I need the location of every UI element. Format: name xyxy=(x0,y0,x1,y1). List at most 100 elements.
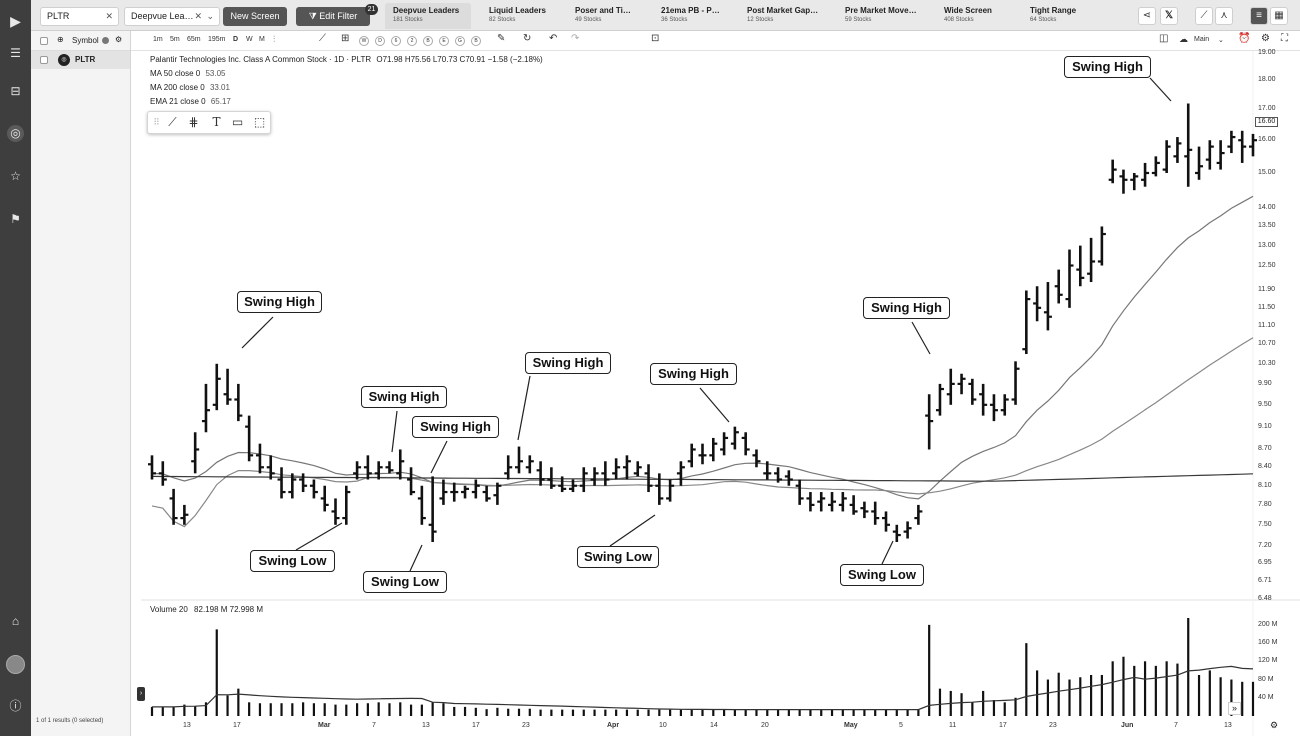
watchlist-panel: ⊕ Symbol ⚙ ◎ PLTR 1 of 1 results (0 sele… xyxy=(31,31,131,736)
chevron-down-icon[interactable]: ⌄ xyxy=(1218,36,1224,44)
timeframe-1m[interactable]: 1m xyxy=(153,36,163,43)
chip-g[interactable]: G xyxy=(455,36,465,46)
screen-tab-count: 82 Stocks xyxy=(489,17,516,23)
price-tick-label: 6.95 xyxy=(1258,559,1272,566)
callout-pointer xyxy=(699,387,730,423)
avatar[interactable] xyxy=(6,655,25,674)
price-tick-label: 13.00 xyxy=(1258,242,1276,249)
trendline-icon[interactable]: ⟋ xyxy=(165,115,180,130)
compare-icon[interactable]: ⊞ xyxy=(341,33,349,44)
select-all-checkbox[interactable] xyxy=(40,37,48,45)
settings-icon[interactable]: ⚙ xyxy=(115,35,122,44)
timeframe-195m[interactable]: 195m xyxy=(208,36,226,43)
date-tick-label: 13 xyxy=(183,722,191,729)
fib-icon[interactable]: ⋕ xyxy=(186,115,201,130)
row-checkbox[interactable] xyxy=(40,56,48,64)
collapse-handle-icon[interactable]: › xyxy=(137,687,145,701)
swing-high-callout: Swing High xyxy=(525,352,611,374)
close-icon[interactable]: ✕ xyxy=(194,8,202,25)
chip-2[interactable]: 2 xyxy=(407,36,417,46)
logo-play-icon[interactable]: ▶ xyxy=(7,13,24,30)
timeframe-w[interactable]: W xyxy=(246,36,253,43)
timeframe-65m[interactable]: 65m xyxy=(187,36,201,43)
comment-icon[interactable]: ▭ xyxy=(230,115,245,130)
x-social-icon[interactable]: 𝕏 xyxy=(1160,7,1178,25)
screener-icon[interactable]: ◎ xyxy=(7,125,24,142)
grid-view-icon[interactable]: ▦ xyxy=(1270,7,1288,25)
screen-tab-poser[interactable]: Poser and Ti… 49 Stocks xyxy=(567,3,647,29)
swing-high-callout: Swing High xyxy=(412,416,499,438)
indicator-settings-icon[interactable]: ⫶ xyxy=(273,34,275,45)
settings-icon[interactable]: ⚙ xyxy=(1261,33,1270,44)
screen-tab-name: Liquid Leaders xyxy=(489,6,546,15)
redo-icon[interactable]: ↷ xyxy=(571,33,579,44)
volume-label: Volume 20 82.198 M 72.998 M xyxy=(150,605,263,614)
timeframe-d[interactable]: D xyxy=(233,36,238,43)
new-screen-button[interactable]: New Screen xyxy=(223,7,287,26)
edit-filter-button[interactable]: ⧩ Edit Filter xyxy=(296,7,370,26)
swing-high-callout: Swing High xyxy=(863,297,950,319)
pencil-icon[interactable]: ✎ xyxy=(497,33,505,44)
camera-icon[interactable]: ⊡ xyxy=(651,33,659,44)
chevron-down-icon[interactable]: ⌄ xyxy=(206,8,214,25)
date-tick-label: 13 xyxy=(422,722,430,729)
chip-b[interactable]: B xyxy=(423,36,433,46)
chart-view-icon[interactable]: ⟋ xyxy=(1195,7,1213,25)
swing-high-callout: Swing High xyxy=(237,291,322,313)
layout-select[interactable]: Main xyxy=(1194,36,1209,43)
drag-handle-icon[interactable]: ⠿ xyxy=(149,115,164,130)
screen-tab-tight-range[interactable]: Tight Range 64 Stocks xyxy=(1022,3,1102,29)
rectangle-icon[interactable]: ⬚ xyxy=(252,115,267,130)
symbol-tab[interactable]: PLTR ✕ xyxy=(40,7,119,26)
settings-icon[interactable]: ⚙ xyxy=(1270,720,1278,731)
chip-6[interactable]: 6 xyxy=(391,36,401,46)
scroll-to-latest-icon[interactable]: » xyxy=(1228,702,1241,715)
chip-e[interactable]: E xyxy=(439,36,449,46)
screen-tab-deepvue-leaders[interactable]: Deepvue Leaders 181 Stocks xyxy=(385,3,471,29)
symbol-column-header[interactable]: Symbol xyxy=(72,36,99,45)
star-icon[interactable]: ☆ xyxy=(7,168,24,185)
price-tick-label: 7.80 xyxy=(1258,501,1272,508)
close-icon[interactable]: ✕ xyxy=(105,8,113,25)
price-tick-label: 14.00 xyxy=(1258,204,1276,211)
drawing-toolbar: ⠿ ⟋ ⋕ T ▭ ⬚ xyxy=(147,111,271,134)
screen-tab-21ema[interactable]: 21ema PB - P… 36 Stocks xyxy=(653,3,733,29)
layout-toggle-icon[interactable]: ◫ xyxy=(1159,33,1168,44)
screen-tab-count: 59 Stocks xyxy=(845,17,872,23)
screen-tab-count: 181 Stocks xyxy=(393,17,423,23)
screen-tab-pre-market[interactable]: Pre Market Move… 59 Stocks xyxy=(837,3,929,29)
chip-d[interactable]: D xyxy=(375,36,385,46)
screen-tab-wide-screen[interactable]: Wide Screen 408 Stocks xyxy=(936,3,1016,29)
swing-high-callout: Swing High xyxy=(1064,56,1151,78)
text-icon[interactable]: T xyxy=(209,115,224,130)
share-icon[interactable]: ⋖ xyxy=(1138,7,1156,25)
alert-icon[interactable]: ⏰ xyxy=(1238,33,1250,44)
flag-icon[interactable]: ⚑ xyxy=(7,211,24,228)
layout-icon[interactable]: ⊟ xyxy=(7,83,24,100)
swing-low-callout: Swing Low xyxy=(363,571,447,593)
fork-icon[interactable]: ⋏ xyxy=(1215,7,1233,25)
chip-b2[interactable]: B xyxy=(471,36,481,46)
indicator-label: MA 50 close 0 xyxy=(150,69,201,78)
cloud-icon[interactable]: ☁ xyxy=(1179,34,1188,45)
list-item[interactable]: ◎ PLTR xyxy=(31,51,130,69)
timeframe-m[interactable]: M xyxy=(259,36,265,43)
school-icon[interactable]: ⌂ xyxy=(7,613,24,630)
chip-w[interactable]: W xyxy=(359,36,369,46)
list-view-icon[interactable]: ≡ xyxy=(1250,7,1268,25)
timeframe-5m[interactable]: 5m xyxy=(170,36,180,43)
screen-tab-post-market[interactable]: Post Market Gap… 12 Stocks xyxy=(739,3,829,29)
screen-tab-liquid-leaders[interactable]: Liquid Leaders 82 Stocks xyxy=(481,3,559,29)
chart-type-icon[interactable]: ⟋ xyxy=(319,33,326,44)
date-tick-label: 14 xyxy=(710,722,718,729)
refresh-icon[interactable]: ↻ xyxy=(523,33,531,44)
price-tick-label: 8.10 xyxy=(1258,482,1272,489)
screen-tab-name: Wide Screen xyxy=(944,6,992,15)
price-chart[interactable] xyxy=(131,51,1300,736)
menu-icon[interactable]: ☰ xyxy=(7,45,24,62)
undo-icon[interactable]: ↶ xyxy=(549,33,557,44)
help-icon[interactable]: ⓘ xyxy=(7,698,24,715)
screen-select[interactable]: Deepvue Lea… ✕ ⌄ xyxy=(124,7,220,26)
indicator-ema21: EMA 21 close 0 65.17 xyxy=(150,97,231,106)
fullscreen-icon[interactable]: ⛶ xyxy=(1281,33,1288,44)
